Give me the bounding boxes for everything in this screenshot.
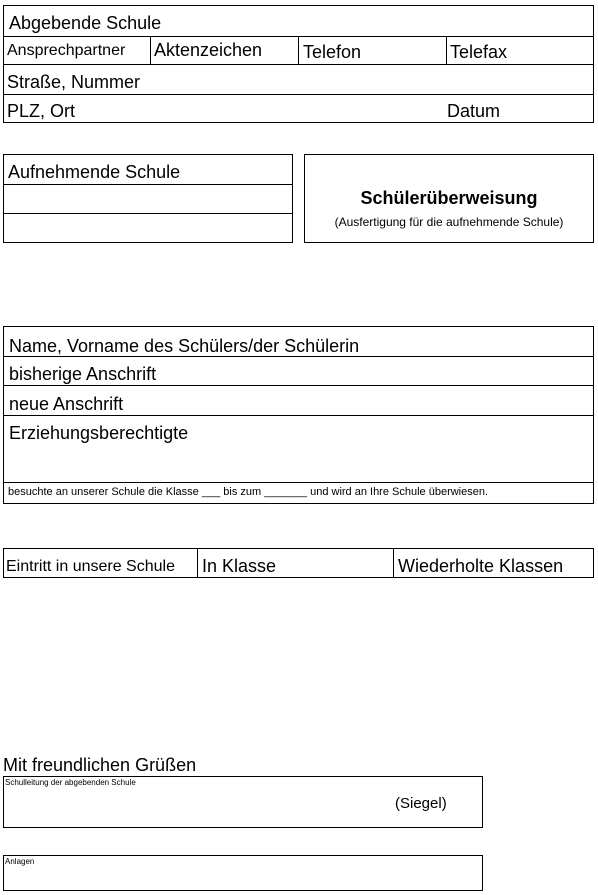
city-label: PLZ, Ort — [7, 101, 76, 121]
divider — [4, 385, 593, 386]
file-ref-label: Aktenzeichen — [154, 40, 263, 60]
document-subtitle: (Ausfertigung für die aufnehmende Schule… — [334, 215, 564, 229]
attachments-box: Anlagen — [3, 855, 483, 891]
repeated-classes-label: Wiederholte Klassen — [398, 556, 564, 576]
fax-label: Telefax — [450, 42, 508, 62]
student-name-label: Name, Vorname des Schülers/der Schülerin — [9, 336, 360, 356]
divider — [298, 36, 299, 64]
entry-label: Eintritt in unsere Schule — [6, 558, 175, 575]
divider — [150, 36, 151, 64]
principal-signature-box: Schulleitung der abgebenden Schule (Sieg… — [3, 776, 483, 828]
divider — [4, 356, 593, 357]
contact-label: Ansprechpartner — [7, 42, 126, 59]
divider — [4, 482, 593, 483]
receiver-school-label: Aufnehmende Schule — [8, 162, 181, 182]
divider — [4, 64, 593, 65]
new-address-label: neue Anschrift — [9, 394, 124, 414]
old-address-label: bisherige Anschrift — [9, 364, 157, 384]
divider — [197, 549, 198, 577]
sender-school-label: Abgebende Schule — [9, 13, 162, 33]
guardians-label: Erziehungsberechtigte — [9, 423, 189, 443]
phone-label: Telefon — [303, 42, 362, 62]
title-box: Schülerüberweisung (Ausfertigung für die… — [304, 154, 594, 243]
seal-label: (Siegel) — [395, 795, 447, 812]
street-label: Straße, Nummer — [7, 72, 141, 92]
receiver-block: Aufnehmende Schule — [3, 154, 293, 243]
divider — [4, 94, 593, 95]
class-label: In Klasse — [202, 556, 277, 576]
attachments-label: Anlagen — [5, 857, 35, 866]
divider — [393, 549, 394, 577]
transfer-sentence: besuchte an unserer Schule die Klasse __… — [8, 486, 489, 498]
sender-block: Abgebende Schule Ansprechpartner Aktenze… — [3, 5, 594, 123]
document-title: Schülerüberweisung — [360, 188, 538, 208]
divider — [4, 184, 292, 185]
divider — [4, 415, 593, 416]
date-label: Datum — [447, 101, 501, 121]
divider — [446, 36, 447, 64]
divider — [4, 213, 292, 214]
entry-block: Eintritt in unsere Schule In Klasse Wied… — [3, 548, 594, 578]
greeting: Mit freundlichen Grüßen — [3, 755, 197, 775]
principal-label: Schulleitung der abgebenden Schule — [5, 778, 136, 787]
student-block: Name, Vorname des Schülers/der Schülerin… — [3, 326, 594, 504]
